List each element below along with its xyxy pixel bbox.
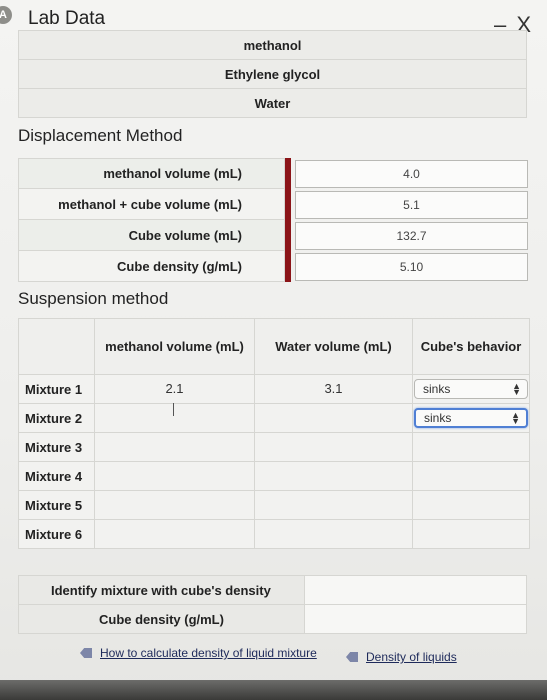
mixture-label: Mixture 6 xyxy=(18,519,95,549)
behavior-dropdown[interactable]: sinks ▲ ▼ xyxy=(414,408,528,428)
identify-label: Identify mixture with cube's density xyxy=(18,575,305,605)
up-down-arrows-icon: ▲ ▼ xyxy=(511,410,520,426)
displacement-label: methanol + cube volume (mL) xyxy=(18,189,285,220)
header-cube-behavior: Cube's behavior xyxy=(412,318,530,375)
displacement-label: Cube density (g/mL) xyxy=(18,251,285,282)
water-volume-cell[interactable] xyxy=(254,519,413,549)
methanol-volume-cell[interactable] xyxy=(94,461,255,491)
mixture-label: Mixture 4 xyxy=(18,461,95,491)
table-row: Mixture 5 xyxy=(18,490,530,520)
mixture-label: Mixture 5 xyxy=(18,490,95,520)
mixture-label: Mixture 2 xyxy=(18,403,95,433)
behavior-cell[interactable] xyxy=(412,461,530,491)
water-volume-cell[interactable] xyxy=(254,490,413,520)
suspension-table: methanol volume (mL) Water volume (mL) C… xyxy=(18,318,530,549)
water-volume-cell[interactable] xyxy=(254,461,413,491)
water-volume-cell[interactable]: 3.1 xyxy=(254,374,413,404)
methanol-volume-cell[interactable] xyxy=(94,519,255,549)
text-cursor xyxy=(173,403,174,416)
identify-table: Identify mixture with cube's density Cub… xyxy=(18,575,527,634)
displacement-values: 4.0 5.1 132.7 5.10 xyxy=(285,158,532,282)
behavior-cell[interactable] xyxy=(412,432,530,462)
behavior-cell[interactable] xyxy=(412,519,530,549)
methanol-volume-cell[interactable]: 2.1 xyxy=(94,374,255,404)
header-water-volume: Water volume (mL) xyxy=(254,318,413,375)
dropdown-value: sinks xyxy=(424,411,452,425)
calc-density-link[interactable]: How to calculate density of liquid mixtu… xyxy=(80,646,317,660)
mixture-label: Mixture 3 xyxy=(18,432,95,462)
displacement-title: Displacement Method xyxy=(18,126,183,145)
identify-mixture-field[interactable] xyxy=(304,575,527,605)
water-volume-cell[interactable] xyxy=(254,432,413,462)
header-empty xyxy=(18,318,95,375)
liquid-item: Ethylene glycol xyxy=(18,59,527,89)
cube-density-field[interactable]: 5.10 xyxy=(295,252,528,281)
methanol-volume-cell[interactable] xyxy=(94,490,255,520)
table-row: Mixture 6 xyxy=(18,519,530,549)
displacement-labels: methanol volume (mL) methanol + cube vol… xyxy=(18,158,285,282)
cube-volume-field[interactable]: 132.7 xyxy=(295,221,528,250)
table-row: Mixture 3 xyxy=(18,432,530,462)
behavior-cell[interactable] xyxy=(412,490,530,520)
density-liquids-link-text: Density of liquids xyxy=(366,650,457,664)
header-methanol-volume: methanol volume (mL) xyxy=(94,318,255,375)
methanol-cube-volume-field[interactable]: 5.1 xyxy=(295,190,528,219)
window-title: Lab Data xyxy=(28,8,106,29)
up-down-arrows-icon: ▲ ▼ xyxy=(512,381,521,397)
suspension-title: Suspension method xyxy=(18,289,169,308)
methanol-volume-cell[interactable] xyxy=(94,432,255,462)
water-volume-cell[interactable] xyxy=(254,403,413,433)
displacement-label: Cube volume (mL) xyxy=(18,220,285,251)
liquid-item: Water xyxy=(18,88,527,118)
behavior-dropdown[interactable]: sinks ▲ ▼ xyxy=(414,379,528,399)
app-icon: A xyxy=(0,6,12,24)
dropdown-value: sinks xyxy=(423,382,451,396)
bottom-bar xyxy=(0,680,547,700)
table-row: Mixture 1 2.1 3.1 sinks ▲ ▼ xyxy=(18,374,530,404)
methanol-volume-cell[interactable] xyxy=(94,403,255,433)
liquid-list: methanol Ethylene glycol Water xyxy=(18,30,527,118)
lab-data-window: A Lab Data – X methanol Ethylene glycol … xyxy=(0,0,547,700)
density-liquids-link[interactable]: Density of liquids xyxy=(346,650,457,664)
density-label: Cube density (g/mL) xyxy=(18,604,305,634)
calc-density-link-text: How to calculate density of liquid mixtu… xyxy=(100,646,317,660)
liquid-item: methanol xyxy=(18,30,527,60)
table-row: Mixture 4 xyxy=(18,461,530,491)
tag-icon xyxy=(80,648,92,658)
mixture-label: Mixture 1 xyxy=(18,374,95,404)
identify-density-field[interactable] xyxy=(304,604,527,634)
tag-icon xyxy=(346,652,358,662)
methanol-volume-field[interactable]: 4.0 xyxy=(295,159,528,188)
table-row: Mixture 2 sinks ▲ ▼ xyxy=(18,403,530,433)
displacement-label: methanol volume (mL) xyxy=(18,158,285,189)
